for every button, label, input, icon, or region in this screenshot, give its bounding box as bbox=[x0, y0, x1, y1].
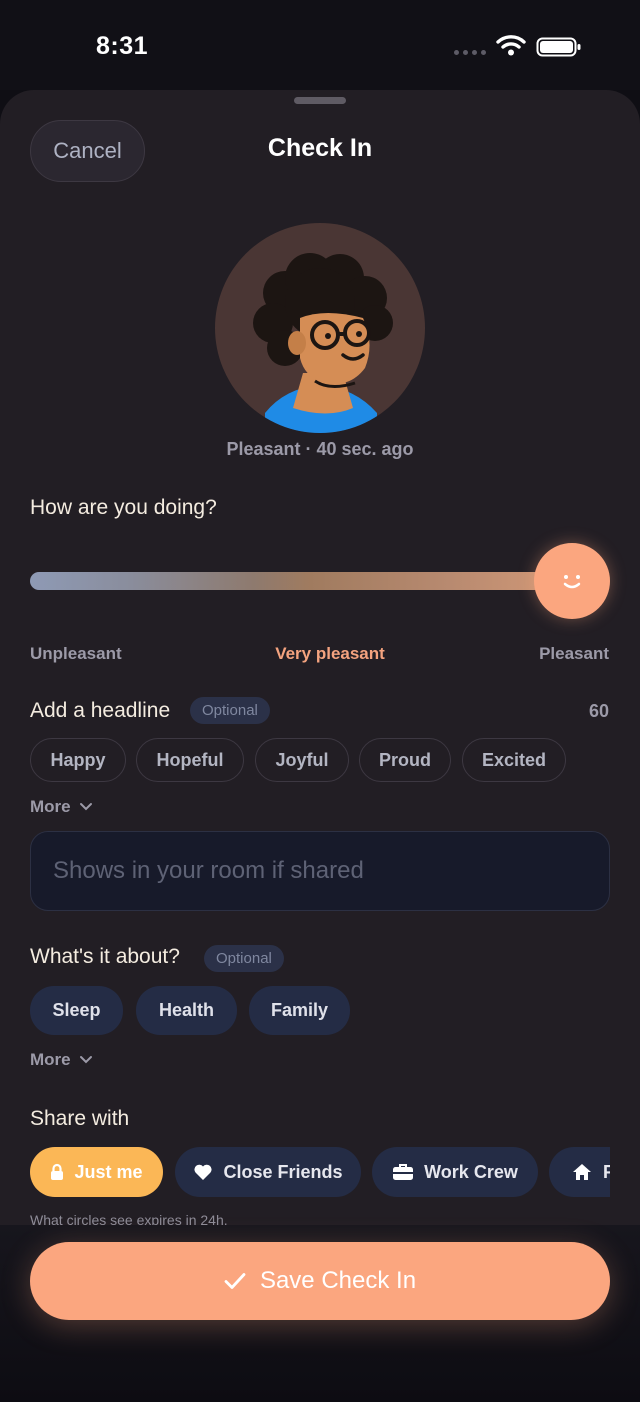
slider-max-label: Pleasant bbox=[539, 644, 609, 663]
headline-chip[interactable]: Proud bbox=[359, 738, 451, 782]
mood-slider-thumb[interactable] bbox=[534, 543, 610, 619]
share-chip-just-me[interactable]: Just me bbox=[30, 1147, 163, 1197]
topic-chip[interactable]: Sleep bbox=[30, 986, 123, 1035]
wifi-icon bbox=[496, 35, 526, 56]
home-icon bbox=[573, 1164, 591, 1180]
briefcase-icon bbox=[393, 1164, 414, 1180]
share-chip-label: Work Crew bbox=[424, 1161, 518, 1182]
optional-badge: Optional bbox=[204, 945, 284, 972]
share-chip-family[interactable]: F bbox=[549, 1147, 610, 1197]
lock-icon bbox=[51, 1163, 64, 1180]
headline-label: Add a headline bbox=[30, 699, 171, 722]
smile-icon bbox=[563, 575, 581, 589]
signal-dots-icon bbox=[454, 50, 486, 55]
headline-input[interactable] bbox=[30, 831, 610, 911]
topic-chip[interactable]: Health bbox=[136, 986, 237, 1035]
headline-chip[interactable]: Joyful bbox=[255, 738, 349, 782]
battery-icon bbox=[536, 37, 581, 57]
share-chip-label: F bbox=[603, 1161, 610, 1182]
avatar[interactable] bbox=[215, 223, 425, 433]
mood-status: Pleasant · 40 sec. ago bbox=[226, 439, 414, 459]
page-title: Check In bbox=[267, 134, 373, 162]
more-label: More bbox=[30, 1050, 71, 1069]
share-chip-label: Close Friends bbox=[223, 1161, 343, 1182]
footer: Save Check In bbox=[0, 1225, 640, 1402]
optional-badge: Optional bbox=[190, 697, 270, 724]
save-button-label: Save Check In bbox=[259, 1267, 417, 1294]
share-chip-work-crew[interactable]: Work Crew bbox=[372, 1147, 538, 1197]
more-headlines-button[interactable]: More bbox=[30, 797, 93, 817]
char-count: 60 bbox=[588, 701, 609, 721]
share-chip-label: Just me bbox=[74, 1161, 143, 1182]
check-in-sheet: Cancel Check In Pleasant · 40 sec. ago H… bbox=[0, 90, 640, 1402]
share-label: Share with bbox=[30, 1107, 130, 1130]
status-time: 8:31 bbox=[96, 32, 149, 60]
checkmark-icon bbox=[224, 1273, 246, 1289]
heart-icon bbox=[194, 1164, 213, 1180]
chevron-down-icon bbox=[79, 1056, 92, 1064]
sheet-grabber[interactable] bbox=[294, 97, 346, 104]
mood-character-icon bbox=[253, 253, 393, 433]
headline-chip[interactable]: Hopeful bbox=[136, 738, 244, 782]
status-bar: 8:31 bbox=[0, 0, 640, 90]
chevron-down-icon bbox=[79, 803, 92, 811]
topic-chip[interactable]: Family bbox=[249, 986, 350, 1035]
save-check-in-button[interactable]: Save Check In bbox=[30, 1242, 610, 1320]
more-label: More bbox=[30, 797, 71, 816]
question-label: How are you doing? bbox=[30, 496, 217, 519]
headline-chip[interactable]: Happy bbox=[30, 738, 126, 782]
mood-slider-track[interactable] bbox=[30, 572, 590, 590]
share-options[interactable]: Just me Close Friends Work Crew F bbox=[30, 1147, 610, 1197]
headline-chip[interactable]: Excited bbox=[462, 738, 566, 782]
more-topics-button[interactable]: More bbox=[30, 1050, 93, 1070]
about-label: What's it about? bbox=[30, 945, 180, 968]
share-chip-close-friends[interactable]: Close Friends bbox=[175, 1147, 361, 1197]
